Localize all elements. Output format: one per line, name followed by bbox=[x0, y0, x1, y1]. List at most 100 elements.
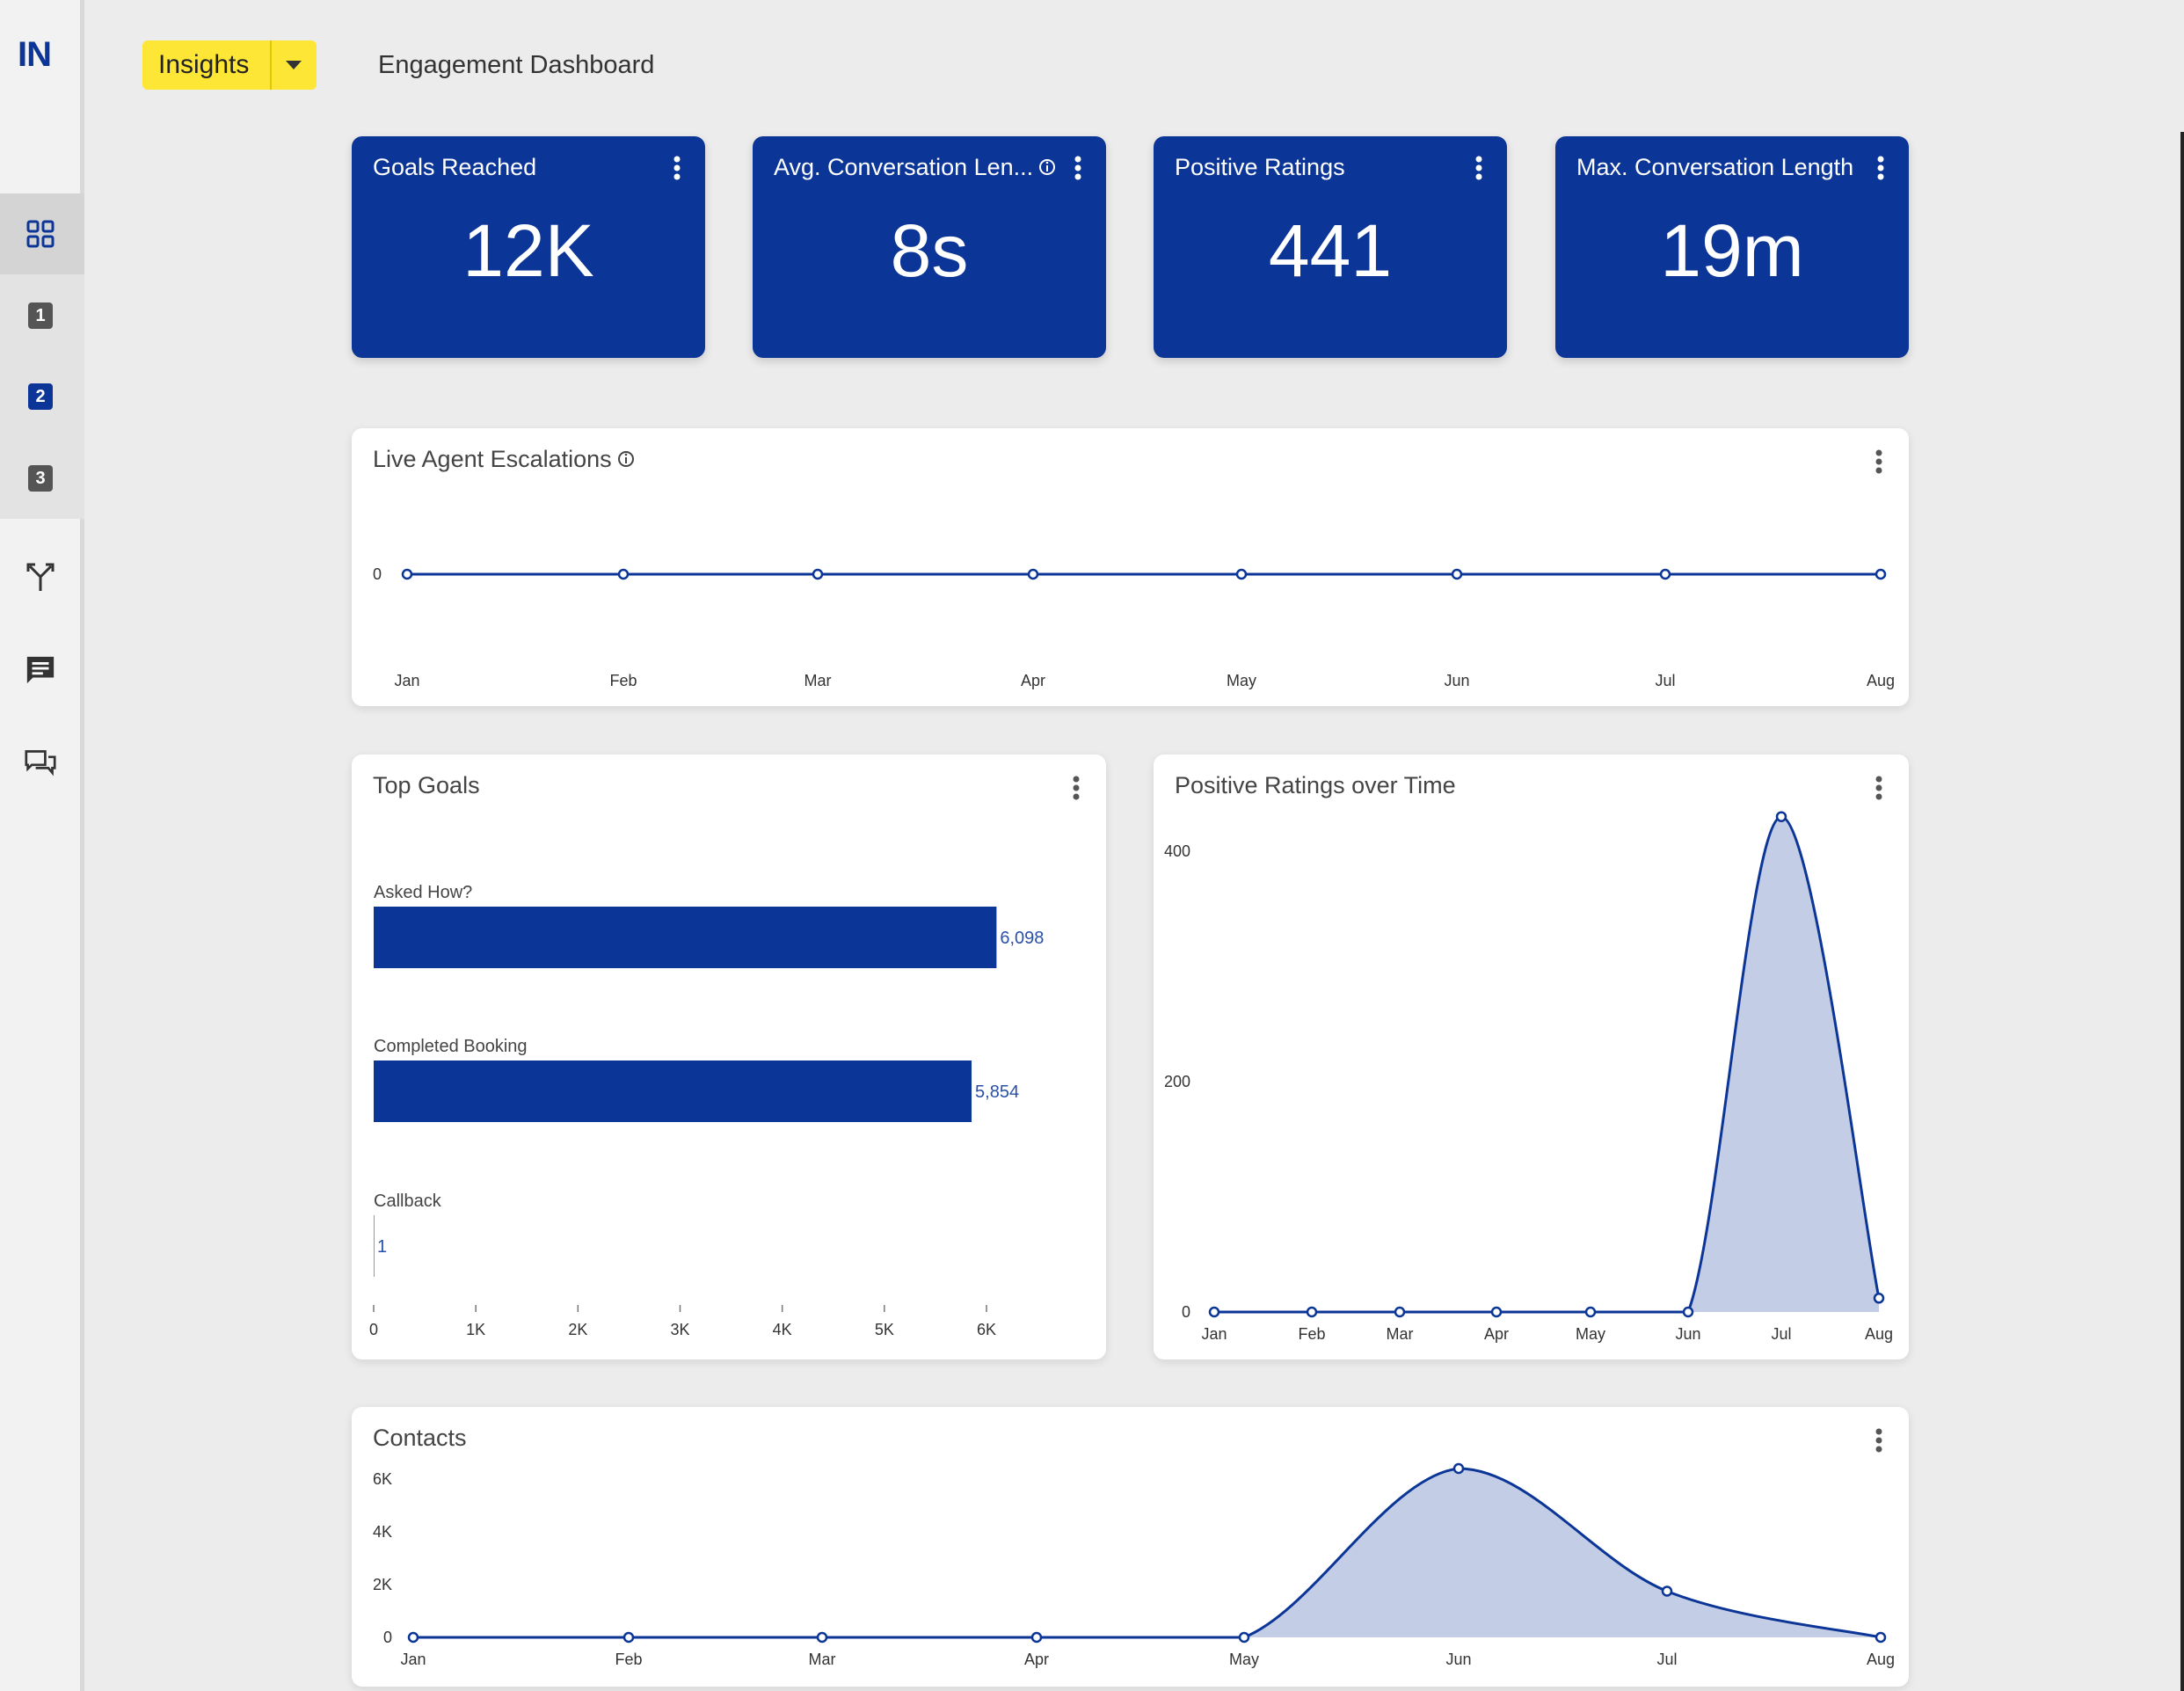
more-vert-icon[interactable] bbox=[1875, 776, 1882, 805]
x-tick-label: Feb bbox=[609, 672, 637, 689]
y-tick-label: 4K bbox=[373, 1523, 392, 1541]
more-vert-icon[interactable] bbox=[1875, 1428, 1882, 1457]
y-tick-label: 6K bbox=[373, 1470, 392, 1488]
data-point bbox=[1775, 811, 1787, 822]
x-tick-label: 4K bbox=[773, 1321, 792, 1338]
nav-number-2: 2 bbox=[28, 383, 53, 410]
grid-icon[interactable] bbox=[25, 218, 56, 250]
y-tick-label: 0 bbox=[383, 1629, 392, 1646]
series-area bbox=[413, 1469, 1881, 1637]
x-tick-label: Jan bbox=[1201, 1325, 1227, 1343]
kpi-title-text: Avg. Conversation Len... bbox=[774, 154, 1034, 180]
x-tick-label: Feb bbox=[615, 1651, 642, 1668]
kpi-card-goals-reached[interactable]: Goals Reached 12K bbox=[352, 136, 705, 358]
bar-category-label: Asked How? bbox=[374, 883, 472, 902]
data-point bbox=[1490, 1306, 1503, 1318]
data-point bbox=[1659, 568, 1671, 580]
x-tick-label: Jun bbox=[1675, 1325, 1700, 1343]
x-tick-label: Aug bbox=[1865, 1325, 1893, 1343]
data-point bbox=[407, 1631, 419, 1644]
x-tick-label: Feb bbox=[1298, 1325, 1325, 1343]
message-icon[interactable] bbox=[25, 654, 56, 686]
contacts-chart: Jan Feb Mar Apr May Jun Jul Aug 0 2K 4K 6K bbox=[373, 1462, 1895, 1668]
x-tick-label: Jul bbox=[1771, 1325, 1791, 1343]
data-point bbox=[1873, 1293, 1885, 1304]
x-tick-label: Aug bbox=[1867, 672, 1895, 689]
kpi-value: 441 bbox=[1268, 209, 1393, 292]
series-area bbox=[1214, 816, 1879, 1312]
more-vert-icon[interactable] bbox=[673, 156, 681, 185]
x-tick-label: Jan bbox=[394, 672, 419, 689]
kpi-title: Positive Ratings bbox=[1175, 154, 1345, 180]
kpi-value: 19m bbox=[1660, 209, 1804, 292]
nav-number-3: 3 bbox=[28, 465, 53, 492]
y-tick-label: 2K bbox=[373, 1576, 392, 1593]
x-tick-label: May bbox=[1576, 1325, 1605, 1343]
panel-title: Positive Ratings over Time bbox=[1175, 772, 1456, 798]
data-point bbox=[816, 1631, 828, 1644]
app-logo[interactable]: IN bbox=[18, 35, 52, 75]
y-tick-label: 200 bbox=[1164, 1073, 1190, 1090]
bar bbox=[374, 907, 997, 968]
data-point bbox=[1452, 1462, 1465, 1475]
kpi-title: Max. Conversation Length bbox=[1576, 154, 1854, 180]
data-point bbox=[401, 568, 413, 580]
bar bbox=[374, 1061, 972, 1122]
y-tick-label: 0 bbox=[373, 565, 382, 583]
kpi-card-max-conversation-length[interactable]: Max. Conversation Length 19m bbox=[1555, 136, 1909, 358]
data-point bbox=[1208, 1306, 1220, 1318]
x-tick-label: 3K bbox=[670, 1321, 689, 1338]
page-title: Engagement Dashboard bbox=[378, 51, 655, 79]
more-vert-icon[interactable] bbox=[1475, 156, 1482, 185]
panel-title-text: Live Agent Escalations bbox=[373, 446, 612, 472]
nav-number-1: 1 bbox=[28, 302, 53, 329]
caret-down-icon[interactable] bbox=[270, 40, 316, 90]
kpi-title: Avg. Conversation Len... bbox=[774, 154, 1056, 182]
info-icon[interactable] bbox=[617, 447, 635, 474]
x-tick-label: Mar bbox=[804, 672, 832, 689]
scrollbar[interactable] bbox=[2180, 132, 2184, 1691]
bar-value-label: 1 bbox=[377, 1237, 387, 1257]
kpi-value: 8s bbox=[890, 209, 969, 292]
data-point bbox=[1584, 1306, 1597, 1318]
x-tick-label: Mar bbox=[809, 1651, 836, 1668]
conversations-icon[interactable] bbox=[25, 747, 56, 779]
dashboard-1-icon[interactable]: 1 bbox=[25, 300, 56, 332]
panel-title: Contacts bbox=[373, 1425, 467, 1451]
x-tick-label: Apr bbox=[1021, 672, 1045, 689]
data-point bbox=[617, 568, 630, 580]
dashboard-3-icon[interactable]: 3 bbox=[25, 463, 56, 494]
data-point bbox=[622, 1631, 635, 1644]
kpi-card-positive-ratings[interactable]: Positive Ratings 441 bbox=[1154, 136, 1507, 358]
more-vert-icon[interactable] bbox=[1073, 776, 1080, 805]
kpi-card-avg-conversation-length[interactable]: Avg. Conversation Len... 8s bbox=[753, 136, 1106, 358]
ratings-over-time-chart: Jan Feb Mar Apr May Jun Jul Aug 0 200 400 bbox=[1164, 811, 1893, 1343]
x-tick-label: Mar bbox=[1387, 1325, 1414, 1343]
top-goals-panel: Asked How? 6,098 Completed Booking 5,854 Cal… bbox=[352, 754, 1106, 1359]
bar-value-label: 5,854 bbox=[975, 1082, 1019, 1102]
panel-title: Live Agent Escalations bbox=[373, 446, 635, 474]
x-tick-label: Aug bbox=[1867, 1651, 1895, 1668]
more-vert-icon[interactable] bbox=[1877, 156, 1884, 185]
more-vert-icon[interactable] bbox=[1875, 449, 1882, 478]
kpi-title: Goals Reached bbox=[373, 154, 537, 180]
insights-dropdown[interactable]: Insights bbox=[142, 40, 317, 90]
flow-split-icon[interactable] bbox=[25, 561, 56, 593]
x-tick-label: Jul bbox=[1656, 1651, 1677, 1668]
x-tick-label: Apr bbox=[1484, 1325, 1509, 1343]
sidebar: IN 1 2 3 bbox=[0, 0, 84, 1691]
dashboard-2-icon[interactable]: 2 bbox=[25, 381, 56, 412]
bar-category-label: Completed Booking bbox=[374, 1037, 528, 1056]
data-point bbox=[1238, 1631, 1250, 1644]
data-point bbox=[1875, 1631, 1887, 1644]
data-point bbox=[1306, 1306, 1318, 1318]
x-tick-label: Jan bbox=[400, 1651, 426, 1668]
more-vert-icon[interactable] bbox=[1074, 156, 1081, 185]
bar bbox=[374, 1215, 375, 1277]
data-point bbox=[1027, 568, 1039, 580]
info-icon[interactable] bbox=[1038, 155, 1056, 182]
kpi-value: 12K bbox=[462, 209, 594, 292]
x-tick-label: Jul bbox=[1655, 672, 1675, 689]
insights-label: Insights bbox=[158, 50, 250, 79]
data-point bbox=[1030, 1631, 1043, 1644]
